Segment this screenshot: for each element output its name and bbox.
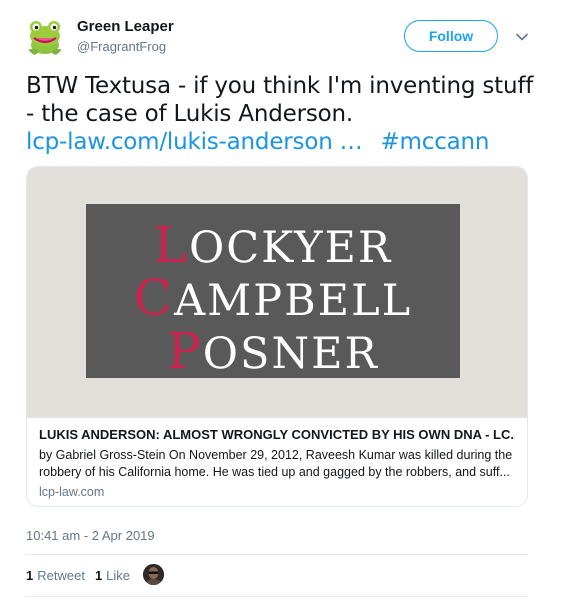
card-domain: lcp-law.com	[39, 485, 105, 499]
tweet-text-line: BTW Textusa - if you think I'm inventing…	[26, 73, 534, 99]
author-avatar[interactable]	[24, 16, 66, 58]
link-preview-card[interactable]: LOCKYER CAMPBELL POSNER LUKIS ANDERSON: …	[26, 166, 528, 507]
likes-label: Like	[106, 567, 131, 583]
hashtag-link[interactable]: #mccann	[380, 129, 489, 155]
tweet-stats: 1 Retweet 1 Like	[26, 566, 140, 584]
card-title: LUKIS ANDERSON: ALMOST WRONGLY CONVICTED…	[39, 427, 515, 442]
card-description: by Gabriel Gross-Stein On November 29, 2…	[39, 447, 515, 481]
likes-stat[interactable]: 1 Like	[95, 568, 130, 583]
tweet-text: BTW Textusa - if you think I'm inventing…	[26, 72, 536, 156]
likes-count: 1	[94, 567, 103, 583]
tweet-timestamp[interactable]: 10:41 am - 2 Apr 2019	[26, 528, 155, 543]
tweet-text-line: - the case of Lukis Anderson.	[26, 101, 353, 127]
tweet-links-line: lcp-law.com/lukis-anderson … #mccann	[26, 128, 536, 156]
retweets-label: Retweet	[37, 567, 85, 583]
divider	[26, 554, 528, 555]
logo-line: CAMPBELL	[133, 269, 413, 327]
tweet-header: Green Leaper @FragrantFrog Follow	[24, 12, 540, 60]
frog-icon	[26, 21, 64, 55]
tweet-link[interactable]: lcp-law.com/lukis-anderson …	[26, 129, 363, 155]
logo-line: POSNER	[167, 322, 379, 380]
logo-line: LOCKYER	[153, 216, 393, 274]
card-image: LOCKYER CAMPBELL POSNER	[27, 167, 527, 417]
card-description-line: robbery of his California home. He was t…	[39, 465, 510, 479]
user-avatar-icon	[143, 564, 164, 585]
divider	[26, 596, 528, 597]
card-body: LUKIS ANDERSON: ALMOST WRONGLY CONVICTED…	[27, 417, 527, 499]
chevron-down-icon[interactable]	[515, 30, 529, 44]
firm-logo: LOCKYER CAMPBELL POSNER	[86, 204, 460, 380]
card-description-line: by Gabriel Gross-Stein On November 29, 2…	[39, 448, 513, 462]
liker-avatar[interactable]	[143, 564, 164, 585]
retweets-stat[interactable]: 1 Retweet	[26, 568, 85, 583]
retweets-count: 1	[26, 567, 34, 583]
author-name[interactable]: Green Leaper	[77, 18, 174, 35]
follow-button[interactable]: Follow	[404, 20, 498, 52]
author-handle[interactable]: @FragrantFrog	[77, 39, 166, 54]
